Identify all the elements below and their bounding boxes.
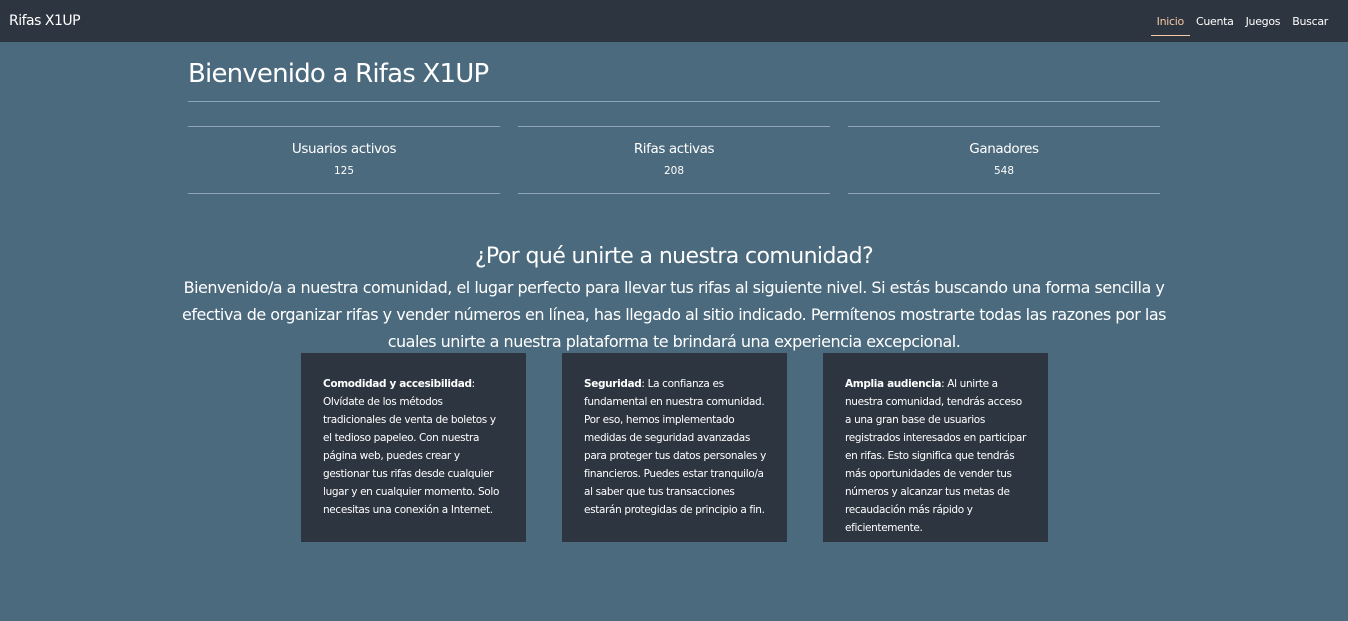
- stat-active-raffles: Rifas activas 208: [518, 126, 830, 194]
- card-heading: Comodidad y accesibilidad: [323, 378, 472, 390]
- nav-link-buscar[interactable]: Buscar: [1286, 0, 1334, 42]
- nav-link-cuenta[interactable]: Cuenta: [1190, 0, 1240, 42]
- feature-card-comodidad: Comodidad y accesibilidad: Olvídate de l…: [301, 353, 526, 542]
- why-join-title: ¿Por qué unirte a nuestra comunidad?: [474, 244, 874, 269]
- stat-label: Usuarios activos: [291, 141, 397, 157]
- stats-row: Usuarios activos 125 Rifas activas 208 G…: [188, 126, 1160, 194]
- nav-link-juegos[interactable]: Juegos: [1240, 0, 1287, 42]
- stat-label: Rifas activas: [633, 141, 715, 157]
- card-heading: Amplia audiencia: [845, 378, 942, 390]
- feature-card-audiencia: Amplia audiencia: Al unirte a nuestra co…: [823, 353, 1048, 542]
- stat-value: 125: [333, 165, 355, 177]
- stat-label: Ganadores: [969, 141, 1039, 157]
- stat-value: 208: [663, 165, 685, 177]
- nav-links: Inicio Cuenta Juegos Buscar: [1150, 0, 1334, 42]
- brand-link[interactable]: Rifas X1UP: [9, 13, 81, 29]
- card-text: : La confianza es fundamental en nuestra…: [584, 378, 766, 516]
- card-text: : Olvídate de los métodos tradicionales …: [323, 378, 500, 516]
- nav-link-inicio[interactable]: Inicio: [1150, 0, 1191, 42]
- main-container: Bienvenido a Rifas X1UP Usuarios activos…: [182, 42, 1167, 355]
- card-text: : Al unirte a nuestra comunidad, tendrás…: [845, 378, 1026, 534]
- page-title: Bienvenido a Rifas X1UP: [188, 42, 1160, 102]
- why-join-text: Bienvenido/a a nuestra comunidad, el lug…: [182, 278, 1167, 351]
- stat-value: 548: [993, 165, 1015, 177]
- stat-winners: Ganadores 548: [848, 126, 1160, 194]
- card-heading: Seguridad: [584, 378, 642, 390]
- stat-active-users: Usuarios activos 125: [188, 126, 500, 194]
- feature-card-seguridad: Seguridad: La confianza es fundamental e…: [562, 353, 787, 542]
- navbar: Rifas X1UP Inicio Cuenta Juegos Buscar: [0, 0, 1348, 42]
